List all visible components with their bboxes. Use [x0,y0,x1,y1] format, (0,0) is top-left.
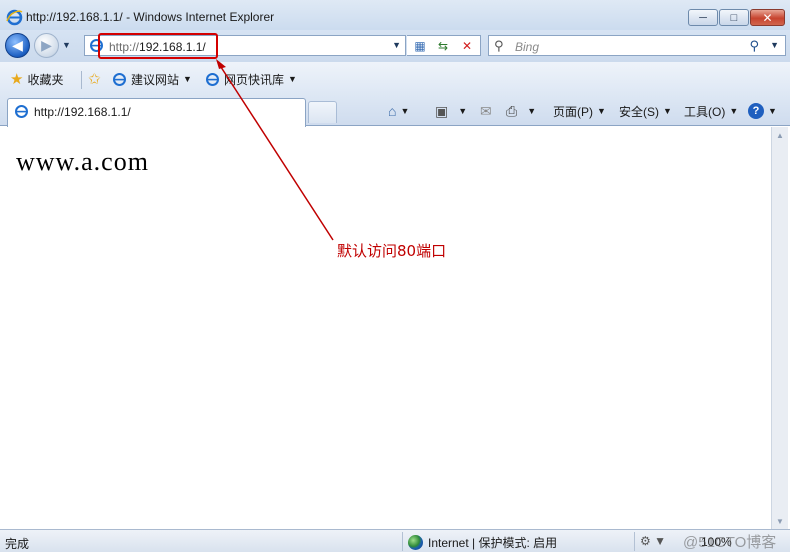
stop-icon[interactable]: ✕ [457,37,477,55]
new-tab-button[interactable] [308,101,337,123]
security-zone[interactable]: Internet | 保护模式: 启用 [408,534,557,550]
favorite-suggested-sites[interactable]: 建议网站 ▼ [112,70,192,88]
page-body-text: www.a.com [16,147,149,176]
tools-menu-label: 工具(O) [684,104,726,119]
status-tools-icon[interactable]: ⚙ ▼ [640,534,666,548]
zone-label: Internet | 保护模式: 启用 [428,535,558,550]
ie-page-icon [206,72,219,86]
close-button[interactable]: ✕ [750,9,785,26]
address-buttons: ▦ ⇆ ✕ [407,35,481,56]
window-title: http://192.168.1.1/ - Windows Internet E… [26,10,275,24]
page-menu[interactable]: 页面(P) ▼ [553,102,606,120]
mail-icon: ✉ [480,102,492,119]
address-dropdown-icon[interactable]: ▼ [392,40,401,50]
favorite-item-label: 网页快讯库 [224,72,285,87]
favorite-item-label: 建议网站 [131,72,180,87]
favorites-label: 收藏夹 [27,72,64,87]
tab-active[interactable]: http://192.168.1.1/ [7,98,306,127]
compatibility-view-icon[interactable]: ▦ [410,37,430,55]
vertical-scrollbar[interactable]: ▲ ▼ [771,127,788,529]
close-icon: ✕ [762,10,773,25]
status-separator [634,532,635,551]
ie-page-icon [113,72,126,86]
scroll-down-icon[interactable]: ▼ [772,513,788,529]
favorites-separator [81,71,82,89]
page-content: www.a.com 默认访问80端口 [0,127,771,529]
back-arrow-icon: ◀ [12,37,23,53]
forward-arrow-icon: ▶ [41,37,52,53]
search-options-dropdown-icon[interactable]: ▼ [770,40,779,50]
home-button[interactable]: ⌂ ▼ [388,102,409,120]
status-bar: 完成 Internet | 保护模式: 启用 ⚙ ▼ 100% @51CTO博客 [0,529,790,552]
refresh-icon[interactable]: ⇆ [433,37,453,55]
chevron-down-icon: ▼ [663,106,672,116]
scroll-up-icon[interactable]: ▲ [772,127,788,143]
search-box[interactable]: ⚲ Bing ⚲ ▼ [488,35,786,56]
favorites-bar: ★ 收藏夹 ✩ 建议网站 ▼ 网页快讯库 ▼ [0,62,790,96]
status-separator [402,532,403,551]
chevron-down-icon: ▼ [597,106,606,116]
chevron-down-icon: ▼ [768,106,777,116]
add-favorite-icon: ✩ [88,71,101,88]
minimize-button[interactable]: ─ [688,9,718,26]
minimize-icon: ─ [699,11,707,24]
ie-page-icon [15,105,28,118]
tab-label: http://192.168.1.1/ [34,105,131,119]
title-bar: http://192.168.1.1/ - Windows Internet E… [0,0,790,34]
search-icon[interactable]: ⚲ [749,38,759,54]
safety-menu-label: 安全(S) [619,104,659,119]
recent-pages-dropdown-icon[interactable]: ▼ [62,40,71,50]
watermark: @51CTO博客 [683,534,777,551]
add-to-favorites-bar-button[interactable]: ✩ [88,70,101,88]
favorites-button[interactable]: ★ 收藏夹 [10,70,63,88]
rss-feed-icon: ▣ [435,102,449,119]
maximize-button[interactable]: □ [719,9,749,26]
status-text: 完成 [5,537,30,551]
chevron-down-icon: ▼ [183,74,192,84]
chevron-down-icon: ▼ [527,106,537,116]
forward-button[interactable]: ▶ [34,33,59,58]
read-mail-button[interactable]: ✉ [480,102,492,120]
page-menu-label: 页面(P) [553,104,593,119]
ie-logo-icon [6,9,23,26]
feeds-button[interactable]: ▣ ▼ [435,102,467,120]
favorite-web-slice-gallery[interactable]: 网页快讯库 ▼ [205,70,297,88]
chevron-down-icon: ▼ [400,106,410,116]
chevron-down-icon: ▼ [288,74,297,84]
tab-row: http://192.168.1.1/ ⌂ ▼ ▣ ▼ ✉ ⎙ ▼ 页面(P) … [0,96,790,127]
chevron-down-icon: ▼ [458,106,468,116]
print-button[interactable]: ⎙ ▼ [506,102,536,120]
help-icon: ? [748,103,764,119]
home-icon: ⌂ [388,103,397,119]
safety-menu[interactable]: 安全(S) ▼ [619,102,672,120]
favorites-star-icon: ★ [10,71,24,88]
tools-menu[interactable]: 工具(O) ▼ [684,102,738,120]
annotation-text: 默认访问80端口 [337,242,447,260]
printer-icon: ⎙ [506,102,518,119]
search-placeholder: Bing [515,40,540,54]
url-highlight-box [98,33,218,59]
back-button[interactable]: ◀ [5,33,30,58]
chevron-down-icon: ▼ [729,106,739,116]
globe-icon [408,534,423,550]
maximize-icon: □ [730,11,738,24]
search-provider-icon: ⚲ [494,38,504,53]
help-button[interactable]: ? ▼ [748,102,777,120]
